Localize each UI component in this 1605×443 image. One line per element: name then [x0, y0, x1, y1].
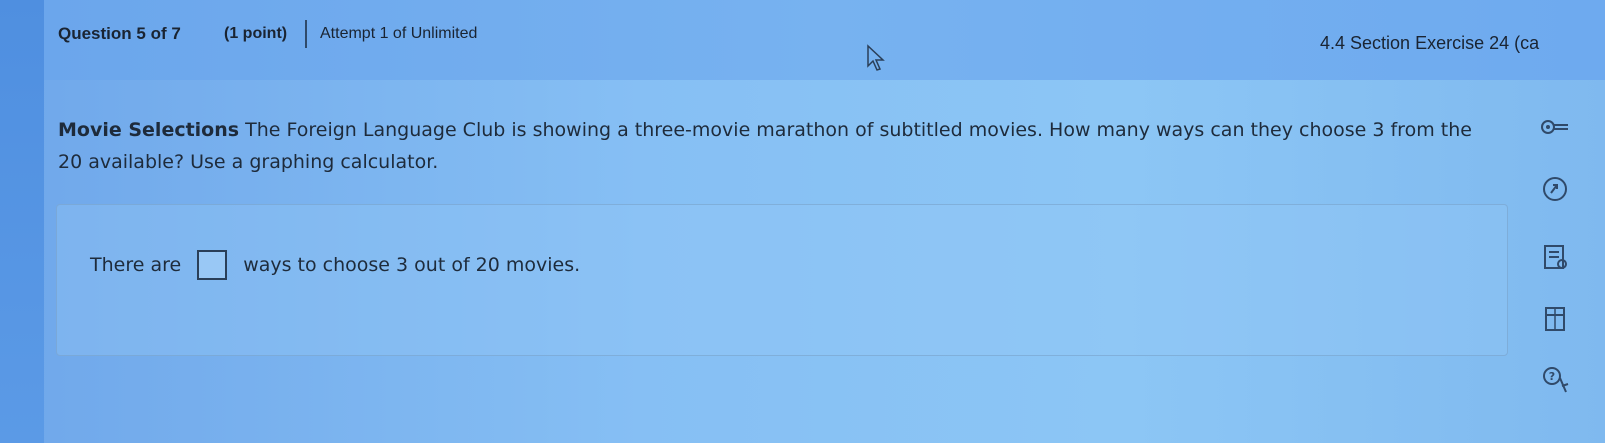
answer-panel — [56, 204, 1508, 356]
question-title: Movie Selections — [58, 119, 240, 141]
svg-text:?: ? — [1549, 370, 1555, 383]
mouse-cursor-icon — [867, 44, 885, 71]
question-points: (1 point) — [224, 25, 288, 42]
answer-input[interactable] — [197, 250, 228, 280]
header-divider — [305, 20, 307, 48]
answer-prefix: There are — [90, 254, 182, 276]
answer-sentence: There are ways to choose 3 out of 20 mov… — [90, 250, 580, 280]
left-edge-strip — [0, 0, 44, 443]
answer-suffix: ways to choose 3 out of 20 movies. — [243, 254, 581, 276]
key-icon[interactable] — [1538, 110, 1572, 144]
calculator-icon[interactable] — [1538, 302, 1572, 336]
right-toolbar: ? — [1520, 100, 1605, 443]
question-number: Question 5 of 7 — [58, 24, 181, 43]
question-body: The Foreign Language Club is showing a t… — [58, 119, 1472, 173]
notes-icon[interactable] — [1538, 240, 1572, 274]
question-text: Movie Selections The Foreign Language Cl… — [58, 114, 1498, 178]
attempt-counter: Attempt 1 of Unlimited — [320, 25, 478, 42]
help-icon[interactable]: ? — [1538, 362, 1572, 396]
section-exercise-label: 4.4 Section Exercise 24 (ca — [1320, 33, 1540, 53]
rotate-icon[interactable] — [1538, 172, 1572, 206]
